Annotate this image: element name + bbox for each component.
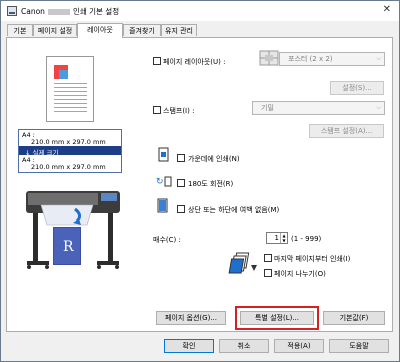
page-layout-checkbox[interactable] [153,57,161,65]
cancel-button[interactable]: 취소 [219,339,269,353]
no-margin-label: 상단 또는 하단에 여백 없음(M) [188,206,280,214]
window-title: Canon 인쇄 기본 설정 [21,6,119,17]
stamp-value: 기밀 [261,104,274,112]
page-preview [46,56,94,122]
page-layout-select[interactable]: 포스터 (2 x 2) ⌵ [279,52,385,66]
page-options-button[interactable]: 페이지 옵션(G)... [156,311,226,325]
title-prefix: Canon [21,7,45,16]
poster-layout-icon [259,50,279,66]
page-layout-value: 포스터 (2 x 2) [288,55,333,63]
defaults-button[interactable]: 기본값(F) [323,311,385,325]
layout-settings-button[interactable]: 설정(S)... [330,81,384,95]
help-button[interactable]: 도움말 [329,339,389,353]
copies-stack-icon [228,252,257,274]
copies-range: (1 - 999) [291,235,322,243]
stamp-checkbox[interactable] [153,106,161,114]
tab-layout[interactable]: 레이아웃 [77,23,123,38]
center-print-checkbox[interactable] [177,154,185,162]
rotate-180-label: 180도 회전(R) [188,180,234,188]
apply-button[interactable]: 적용(A) [274,339,324,353]
chevron-down-icon: ⌵ [376,104,381,111]
no-margin-checkbox[interactable] [177,205,185,213]
collate-checkbox[interactable] [264,269,272,277]
copies-stepper[interactable]: 1 ▲ ▼ [266,232,288,244]
collate-label: 페이지 나누기(O) [274,270,326,278]
output-size-value: 210.0 mm x 297.0 mm [31,163,106,171]
tab-basic[interactable]: 기본 [7,24,33,36]
center-print-label: 가운데에 인쇄(N) [188,155,240,163]
tab-maintenance[interactable]: 유지 관리 [161,24,197,36]
title-suffix: 인쇄 기본 설정 [72,7,120,16]
close-icon[interactable]: ✕ [383,4,391,15]
rotate-180-checkbox[interactable] [177,179,185,187]
chevron-down-icon: ⌵ [376,55,381,62]
actual-size-highlight: ↓ 실제 크기 [19,146,121,157]
title-bar: Canon 인쇄 기본 설정 ✕ [1,1,399,21]
svg-text:R: R [63,239,74,255]
stepper-arrows-icon[interactable]: ▲ ▼ [280,233,287,243]
rotate-180-icon: ↻ [156,176,172,187]
last-page-first-checkbox[interactable] [264,254,272,262]
preview-image-icon [54,65,68,79]
stamp-label: 스탬프(I) : [163,107,195,115]
copies-label: 매수(C) : [153,236,181,244]
svg-text:↻: ↻ [156,177,164,187]
printer-app-icon [7,6,17,16]
stamp-select[interactable]: 기밀 ⌵ [252,101,385,115]
tab-page-setup[interactable]: 페이지 설정 [33,24,77,36]
ok-button[interactable]: 확인 [164,339,214,353]
tab-favorites[interactable]: 즐겨찾기 [123,24,161,36]
input-size-value: 210.0 mm x 297.0 mm [31,138,106,146]
center-print-icon [158,147,169,162]
print-settings-window: Canon 인쇄 기본 설정 ✕ 기본 페이지 설정 레이아웃 즐겨찾기 유지 관… [0,0,400,362]
no-margin-icon [157,198,168,213]
special-settings-highlight-frame [235,306,319,330]
stamp-settings-button[interactable]: 스탬프 설정(A)... [309,124,384,138]
copies-value: 1 [274,234,279,242]
large-format-printer-illustration: R [26,191,120,269]
redacted-model-name [47,9,70,15]
page-layout-label: 페이지 레이아웃(U) : [163,58,226,66]
paper-size-info: A4 : 210.0 mm x 297.0 mm ↓ 실제 크기 A4 : 21… [18,129,122,173]
last-page-first-label: 마지막 페이지부터 인쇄(I) [274,255,351,263]
